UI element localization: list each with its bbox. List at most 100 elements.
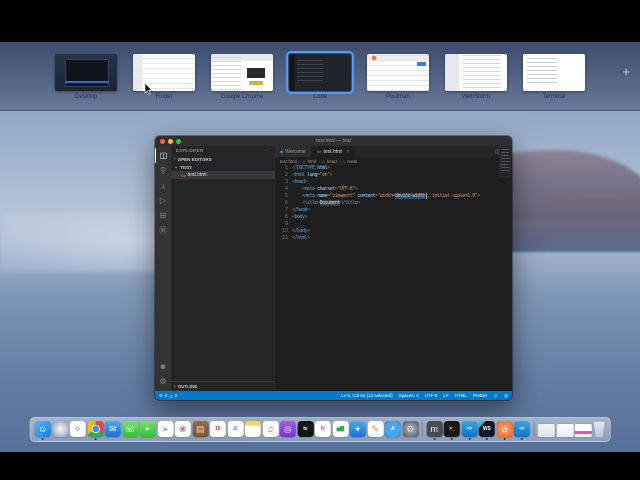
mamp-dock-icon[interactable]: m <box>426 421 443 437</box>
finder-glyph: ☺ <box>38 423 48 434</box>
run-debug-icon[interactable]: ▷ <box>155 193 171 208</box>
breadcrumb-item[interactable]: test.html <box>280 159 297 164</box>
notes-dock-icon[interactable] <box>244 421 261 437</box>
wordpress-icon[interactable]: Ⓦ <box>155 223 171 238</box>
search-icon[interactable]: ⚲ <box>155 163 171 178</box>
music-dock-icon[interactable]: ♫ <box>262 421 279 437</box>
app-thumbnail-desktop[interactable]: Desktop <box>55 54 117 101</box>
extensions-icon[interactable]: ⊞ <box>155 208 171 223</box>
vscode-insiders-dock-icon[interactable]: <> <box>513 421 530 437</box>
window-titlebar[interactable]: test.html — test <box>155 136 512 146</box>
photos-dock-icon[interactable]: ❀ <box>174 421 191 437</box>
terminal-glyph: >_ <box>449 425 455 432</box>
chrome-dock-icon[interactable] <box>87 421 104 437</box>
explorer-icon[interactable]: ◫ <box>155 148 171 163</box>
news-dock-icon[interactable]: N <box>314 421 331 437</box>
webstorm-dock-icon[interactable]: WS <box>478 421 495 437</box>
reminders-glyph: ☰ <box>233 425 238 432</box>
postman-glyph: ⊘ <box>500 423 509 434</box>
system-preferences-dock-icon[interactable]: ⚙ <box>402 421 419 437</box>
status-item[interactable]: Spaces: 4 <box>399 393 419 398</box>
add-desktop-button[interactable]: + <box>622 64 630 79</box>
close-tab-icon[interactable]: × <box>346 149 349 155</box>
podcasts-dock-icon[interactable]: ◎ <box>279 421 296 437</box>
reminders-dock-icon[interactable]: ☰ <box>227 421 244 437</box>
vscode-window[interactable]: test.html — test ◫ ⚲ Y ▷ ⊞ Ⓦ ☻ ⚙ EXPLORER ··· … <box>155 136 512 400</box>
line-number: 3 <box>284 179 288 185</box>
status-item[interactable]: UTF-8 <box>425 393 438 398</box>
feedback-icon[interactable]: ☺ <box>493 393 498 398</box>
html-file-icon: <> <box>316 149 322 154</box>
mamp-glyph: m <box>430 423 439 434</box>
open-editors-section[interactable]: › OPEN EDITORS <box>171 155 275 163</box>
minimized-window-1-dock-icon[interactable] <box>537 424 555 437</box>
code-editor[interactable]: 1 <!DOCTYPE html> 2 <html lang="en"> 3 <head>… <box>275 165 512 391</box>
messages-dock-icon[interactable]: ☏ <box>122 421 139 437</box>
mail-dock-icon[interactable]: ✉ <box>104 421 121 437</box>
app-thumbnail-code[interactable]: Code <box>286 51 354 101</box>
activity-bar-top: ◫ ⚲ Y ▷ ⊞ Ⓦ <box>155 148 171 238</box>
html-file-icon: <> <box>181 172 186 178</box>
app-thumbnail-label: Desktop <box>74 94 97 100</box>
app-thumbnail-terminal[interactable]: Terminal <box>523 54 585 101</box>
file-item-test-html[interactable]: <> test.html <box>171 171 275 179</box>
folder-name: TEST <box>180 164 192 170</box>
breadcrumb-item[interactable]: head <box>327 159 337 164</box>
trash-dock-icon[interactable] <box>593 422 605 437</box>
safari-dock-icon[interactable]: ✧ <box>69 421 86 437</box>
status-item[interactable]: HTML <box>455 393 467 398</box>
app-thumbnail-label: WebStorm <box>461 94 491 100</box>
status-item[interactable]: LF <box>443 393 448 398</box>
status-item[interactable]: Prettier <box>473 393 488 398</box>
postman-dock-icon[interactable]: ⊘ <box>496 421 513 437</box>
app-thumbnail-postman[interactable]: Postman <box>367 54 429 101</box>
line-number: 10 <box>281 228 288 234</box>
launchpad-dock-icon[interactable]: ✦ <box>52 421 69 437</box>
finder-dock-icon[interactable]: ☺ <box>34 421 51 437</box>
tab-welcome[interactable]: ◆ Welcome <box>275 146 312 157</box>
code-line: 7 </head> <box>275 207 512 214</box>
chevron-right-icon: › <box>174 383 176 390</box>
calendar-dock-icon[interactable]: 15 <box>209 421 226 437</box>
line-number: 5 <box>284 193 288 199</box>
tv-glyph: tv <box>303 425 308 432</box>
line-number: 7 <box>284 207 288 213</box>
minimized-window-2-dock-icon[interactable] <box>556 424 574 437</box>
status-item[interactable]: Ln 5, Col 54 (12 selected) <box>341 393 393 398</box>
activity-bar-bottom: ☻ ⚙ <box>155 359 171 389</box>
app-thumbnail-finder[interactable]: Finder <box>133 54 195 101</box>
pages-dock-icon[interactable]: ✎ <box>367 421 384 437</box>
vscode-glyph: <> <box>466 425 473 432</box>
vscode-dock-icon[interactable]: <> <box>461 421 478 437</box>
source-control-icon[interactable]: Y <box>155 178 171 193</box>
settings-icon[interactable]: ⚙ <box>155 374 171 389</box>
notifications-icon[interactable]: ◎ <box>504 393 508 399</box>
problems-status[interactable]: ⊘ 0 △ 0 <box>159 393 177 399</box>
folder-section[interactable]: ⌄ TEST <box>171 163 275 171</box>
facetime-dock-icon[interactable]: ▶ <box>139 421 156 437</box>
numbers-glyph: ▅▇ <box>336 425 345 432</box>
code-line: 11 </html> <box>275 235 512 242</box>
numbers-dock-icon[interactable]: ▅▇ <box>332 421 349 437</box>
minimized-window-3-dock-icon[interactable] <box>574 424 592 437</box>
breadcrumb[interactable]: test.html › ◇ html › ◇ head › ◇ meta <box>275 157 512 165</box>
line-number: 9 <box>284 221 288 227</box>
outline-label: OUTLINE <box>177 384 198 389</box>
maps-glyph: ➢ <box>161 423 170 434</box>
contacts-dock-icon[interactable]: ▤ <box>192 421 209 437</box>
tv-dock-icon[interactable]: tv <box>297 421 314 437</box>
outline-section[interactable]: › OUTLINE <box>171 381 275 391</box>
app-thumbnail-chrome[interactable]: Google Chrome <box>211 54 273 101</box>
maps-dock-icon[interactable]: ➢ <box>157 421 174 437</box>
terminal-dock-icon[interactable]: >_ <box>443 421 460 437</box>
accounts-icon[interactable]: ☻ <box>155 359 171 374</box>
tab-test-html[interactable]: <> test.html × <box>311 146 356 157</box>
breadcrumb-item[interactable]: meta <box>347 159 357 164</box>
explorer-more-actions-icon[interactable]: ··· <box>264 148 270 154</box>
app-thumbnail-webstorm[interactable]: WebStorm <box>445 54 507 101</box>
minimap[interactable] <box>499 147 511 177</box>
keynote-dock-icon[interactable]: ✦ <box>349 421 366 437</box>
breadcrumb-item[interactable]: html <box>308 159 317 164</box>
editor-area[interactable]: ◆ Welcome <> test.html × ◫ ··· test.html… <box>275 146 512 391</box>
appstore-dock-icon[interactable]: A <box>384 421 401 437</box>
